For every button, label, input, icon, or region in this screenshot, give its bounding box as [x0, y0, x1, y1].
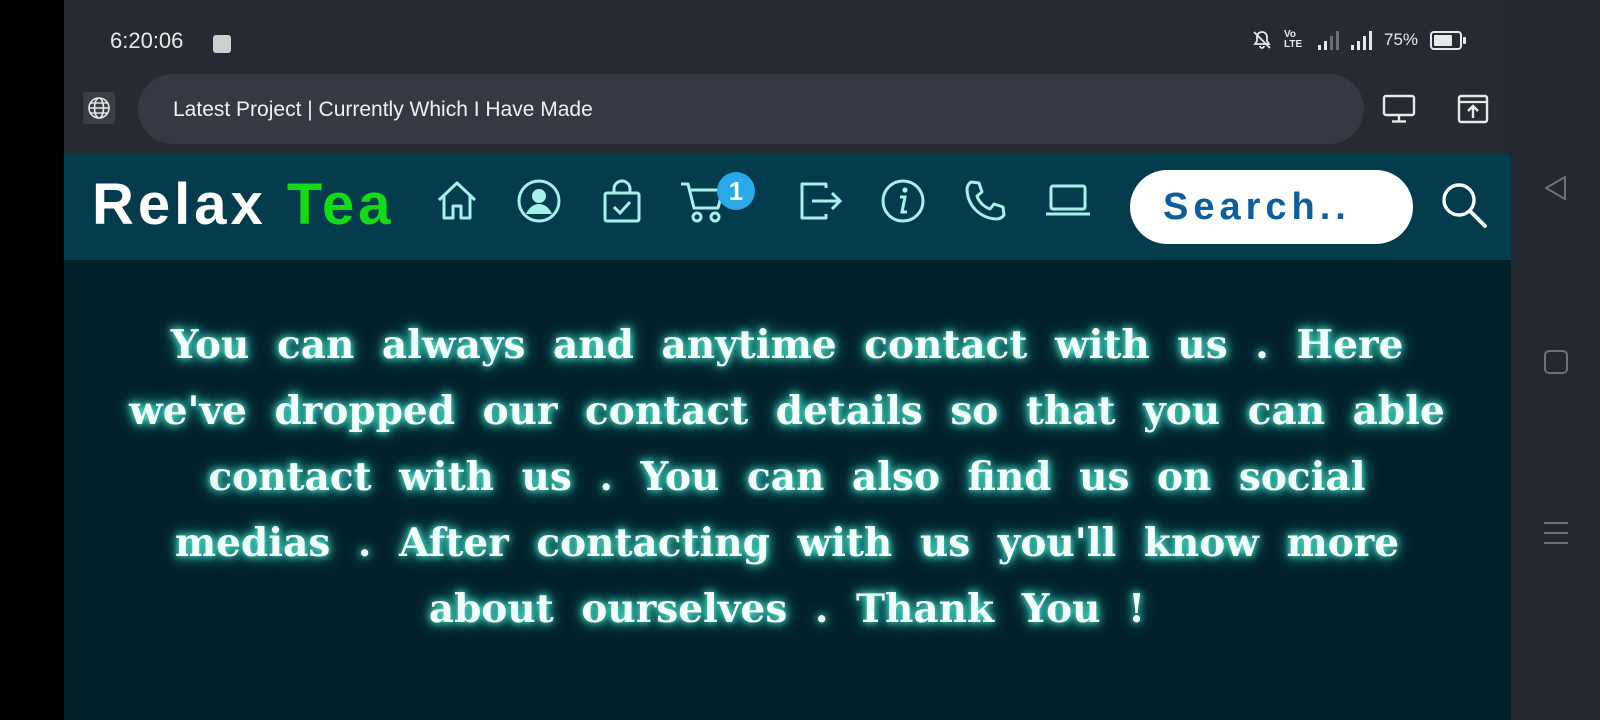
status-indicators: Vo LTE 75%: [1252, 29, 1467, 50]
search-icon[interactable]: [1437, 178, 1491, 232]
user-icon[interactable]: [514, 176, 564, 226]
battery-icon: [1430, 30, 1467, 50]
battery-percent: 75%: [1384, 30, 1419, 49]
logo-word-tea: Tea: [286, 172, 395, 237]
shopping-bag-icon[interactable]: [597, 176, 647, 226]
address-bar[interactable]: Latest Project | Currently Which I Have …: [138, 74, 1364, 144]
screen-bezel: [0, 0, 64, 720]
logo-word-relax: Relax: [92, 172, 267, 237]
globe-icon[interactable]: [83, 92, 115, 124]
phone-icon[interactable]: [960, 176, 1010, 226]
home-icon[interactable]: [432, 176, 482, 226]
volte-indicator: Vo LTE: [1284, 29, 1303, 50]
desktop-mode-icon[interactable]: [1382, 94, 1416, 124]
recents-menu-icon[interactable]: [1541, 518, 1571, 548]
contact-section: You can always and anytime contact with …: [64, 260, 1511, 720]
signal-icon: [1318, 30, 1339, 50]
mute-bell-icon: [1253, 31, 1271, 49]
site-navbar: Relax Tea 1: [64, 154, 1511, 260]
contact-intro-text: You can always and anytime contact with …: [129, 322, 1445, 632]
back-icon[interactable]: [1541, 173, 1571, 203]
laptop-icon[interactable]: [1043, 176, 1093, 226]
logout-icon[interactable]: [796, 176, 846, 226]
info-icon[interactable]: [878, 176, 928, 226]
site-logo[interactable]: Relax Tea: [92, 176, 395, 234]
app-notification-icon: [213, 35, 231, 53]
page-title: Latest Project | Currently Which I Have …: [173, 98, 593, 121]
status-time: 6:20:06: [110, 28, 184, 53]
home-square-icon[interactable]: [1541, 347, 1571, 377]
signal-icon-2: [1351, 30, 1372, 50]
share-icon[interactable]: [1457, 94, 1489, 124]
search-input[interactable]: [1130, 170, 1413, 244]
cart-count-badge: 1: [717, 172, 755, 210]
